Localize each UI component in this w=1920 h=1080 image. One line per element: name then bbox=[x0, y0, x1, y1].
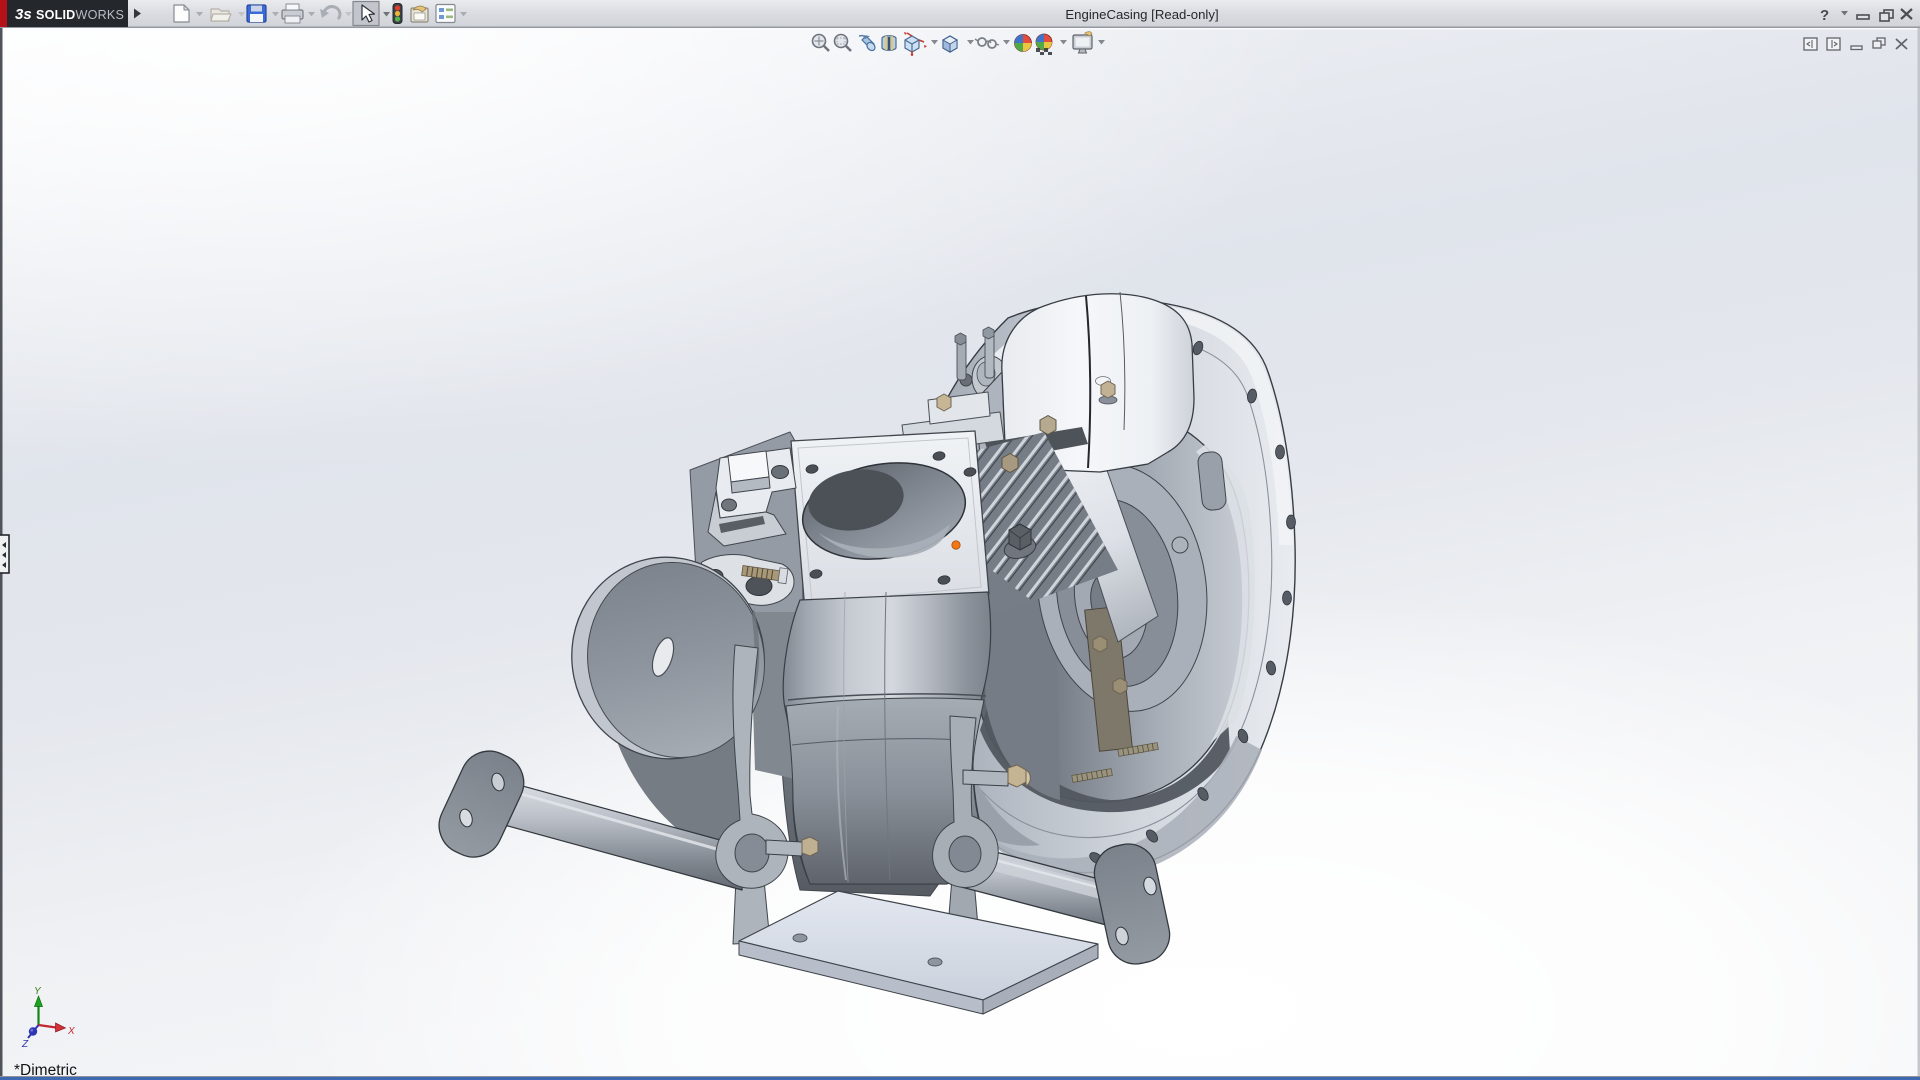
svg-text:3s: 3s bbox=[15, 6, 32, 23]
svg-text:Z: Z bbox=[21, 1039, 29, 1050]
svg-text:EngineCasing [Read-only]: EngineCasing [Read-only] bbox=[1065, 7, 1218, 22]
svg-text:?: ? bbox=[1820, 7, 1829, 24]
svg-text:SOLIDWORKS: SOLIDWORKS bbox=[36, 8, 124, 22]
svg-text:X: X bbox=[67, 1026, 75, 1037]
